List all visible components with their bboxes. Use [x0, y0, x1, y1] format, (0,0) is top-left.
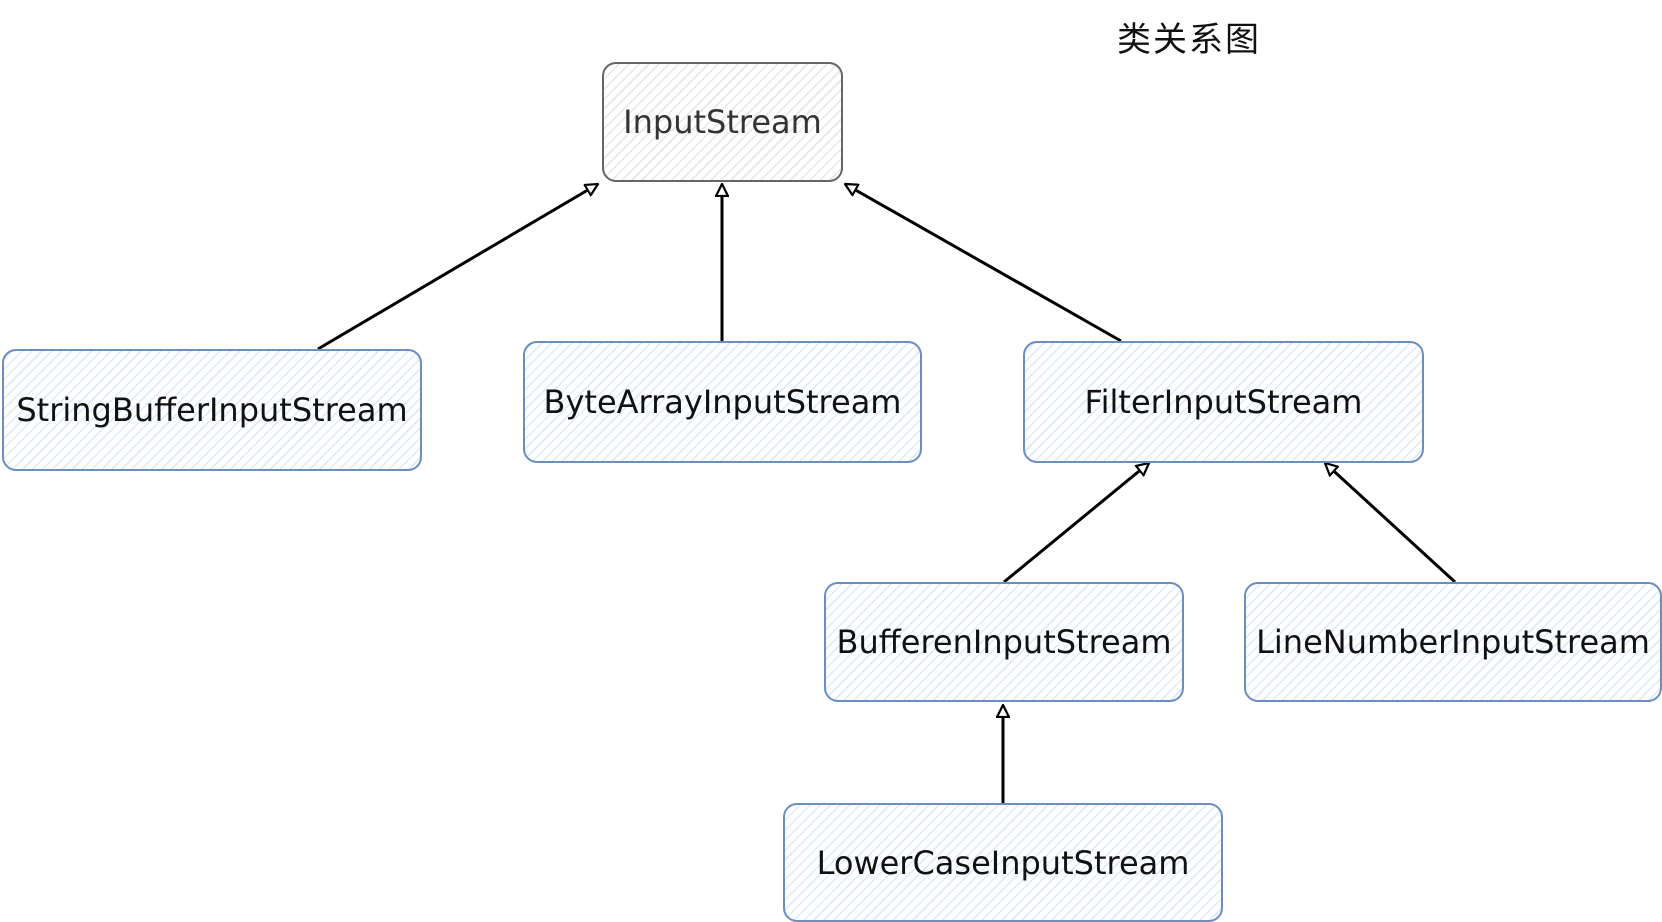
node-line-number-input-stream[interactable]: LineNumberInputStream [1244, 582, 1662, 702]
node-label: ByteArrayInputStream [543, 383, 902, 421]
edge-bufferen-to-filter [1003, 463, 1149, 584]
edge-linenumber-to-filter [1325, 463, 1457, 584]
diagram-title: 类关系图 [1117, 20, 1261, 60]
node-bufferen-input-stream[interactable]: BufferenInputStream [824, 582, 1184, 702]
node-filter-input-stream[interactable]: FilterInputStream [1023, 341, 1424, 463]
node-label: StringBufferInputStream [16, 391, 408, 429]
node-lower-case-input-stream[interactable]: LowerCaseInputStream [783, 803, 1223, 922]
node-label: FilterInputStream [1084, 383, 1363, 421]
node-input-stream[interactable]: InputStream [602, 62, 843, 182]
node-label: BufferenInputStream [836, 623, 1172, 661]
node-byte-array-input-stream[interactable]: ByteArrayInputStream [523, 341, 922, 463]
node-label: LineNumberInputStream [1256, 623, 1650, 661]
edge-stringbuffer-to-inputstream [317, 182, 598, 351]
node-label: LowerCaseInputStream [816, 843, 1190, 882]
node-label: InputStream [623, 103, 822, 141]
node-string-buffer-input-stream[interactable]: StringBufferInputStream [2, 349, 422, 471]
edge-filter-to-inputstream [845, 182, 1122, 343]
